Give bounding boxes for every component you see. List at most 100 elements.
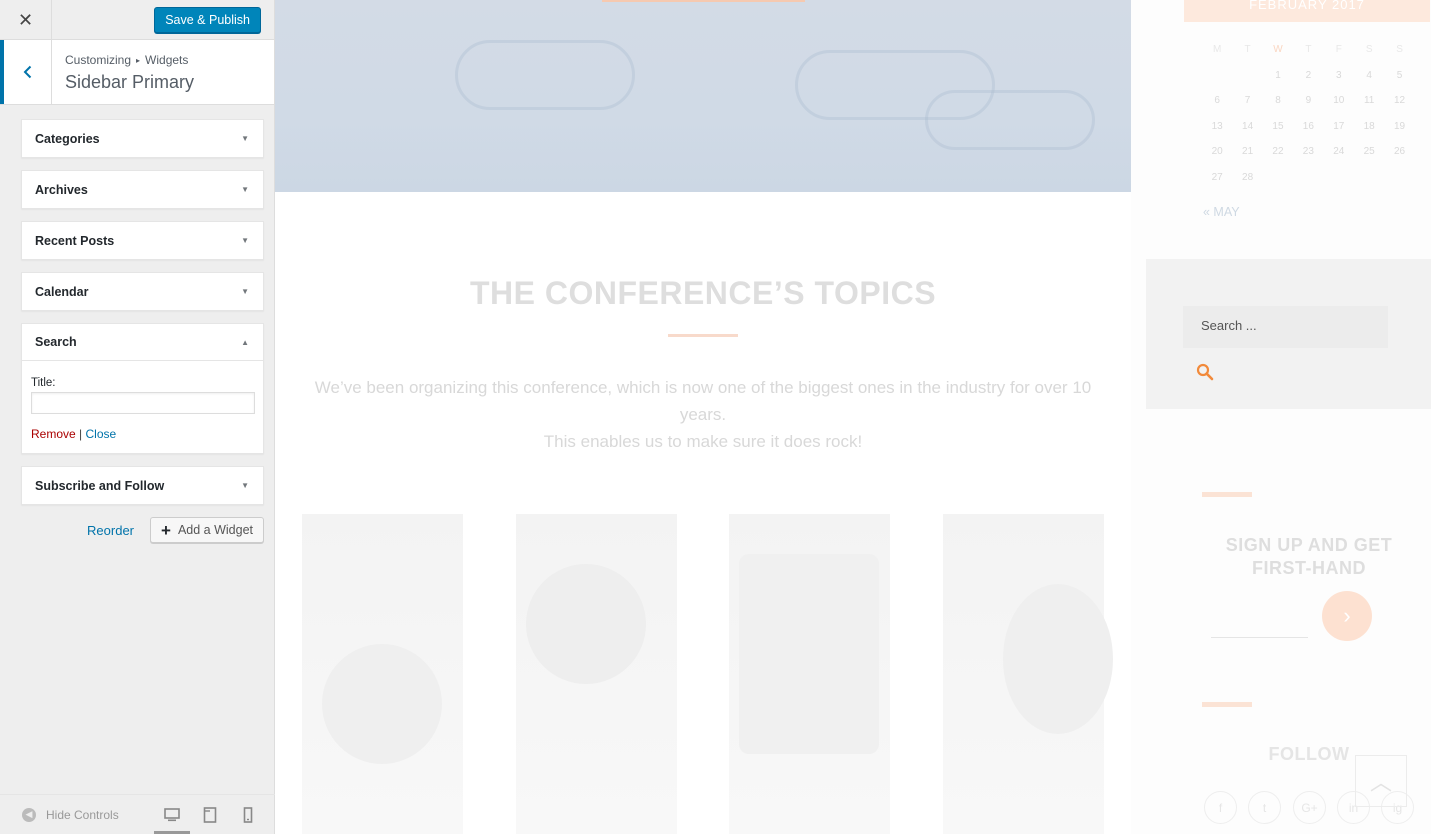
calendar-caption: FEBRUARY 2017 <box>1184 0 1430 22</box>
widget-title: Archives <box>35 182 88 197</box>
calendar-day: 16 <box>1302 120 1314 132</box>
calendar-day: 3 <box>1335 69 1342 81</box>
expand-arrow-icon[interactable]: ▼ <box>241 236 249 245</box>
remove-widget-link[interactable]: Remove <box>31 427 76 441</box>
expand-arrow-icon[interactable]: ▼ <box>241 134 249 143</box>
calendar-week-row: 27 28 <box>1202 165 1415 191</box>
calendar-prev-link[interactable]: « MAY <box>1203 205 1240 219</box>
widget-recent-posts[interactable]: Recent Posts ▼ <box>21 221 264 260</box>
calendar-day: 22 <box>1272 146 1284 158</box>
widget-search[interactable]: Search ▲ Title: Remove | Close <box>21 323 264 454</box>
calendar-day: 1 <box>1275 69 1281 81</box>
widget-header[interactable]: Search ▲ <box>22 324 263 361</box>
widget-calendar[interactable]: Calendar ▼ <box>21 272 264 311</box>
twitter-icon[interactable]: t <box>1248 791 1281 824</box>
title-field[interactable] <box>31 392 255 414</box>
collapse-arrow-icon[interactable]: ▲ <box>241 338 249 347</box>
hide-controls-button[interactable]: Hide Controls <box>46 808 119 822</box>
photo-figure-shape <box>322 644 442 764</box>
expand-arrow-icon[interactable]: ▼ <box>241 287 249 296</box>
widget-subscribe-follow[interactable]: Subscribe and Follow ▼ <box>21 466 264 505</box>
action-divider: | <box>79 427 83 441</box>
widget-archives[interactable]: Archives ▼ <box>21 170 264 209</box>
calendar-day <box>1263 165 1293 191</box>
signup-email-field[interactable] <box>1211 637 1308 638</box>
add-widget-button[interactable]: + Add a Widget <box>150 517 264 543</box>
calendar-days: 1 2 3 4 5 6 7 8 9 10 11 12 13 14 15 16 17 18 19 20 21 22 23 24 2… <box>1202 63 1415 191</box>
calendar-week-row: 20 21 22 23 24 25 26 <box>1202 139 1415 165</box>
chevron-up-icon: ︿ <box>1369 770 1392 795</box>
expand-arrow-icon[interactable]: ▼ <box>241 481 249 490</box>
weekday-label: T <box>1305 44 1312 56</box>
calendar-day <box>1232 63 1262 89</box>
customizer-footer: ◀ Hide Controls <box>0 794 275 834</box>
photo-figure-shape <box>526 564 646 684</box>
calendar-weekday-row: M T W T F S S <box>1202 37 1415 63</box>
mobile-preview-button[interactable] <box>229 795 267 834</box>
chevron-right-icon: › <box>1343 603 1351 628</box>
save-publish-button[interactable]: Save & Publish <box>154 7 261 33</box>
description-line: We’ve been organizing this conference, w… <box>314 378 1092 424</box>
calendar-day: 27 <box>1211 171 1223 183</box>
expand-arrow-icon[interactable]: ▼ <box>241 185 249 194</box>
widget-header[interactable]: Categories ▼ <box>22 120 263 157</box>
photo-figure-shape <box>739 554 879 754</box>
device-preview-switcher <box>153 795 267 834</box>
breadcrumb-separator: ▸ <box>136 56 141 65</box>
calendar-day: 10 <box>1333 95 1345 107</box>
widget-header[interactable]: Recent Posts ▼ <box>22 222 263 259</box>
site-search-input[interactable]: Search ... <box>1183 306 1388 348</box>
weekday-label: S <box>1396 44 1403 56</box>
customizer-header-actions: ✕ Save & Publish <box>0 0 274 40</box>
calendar-day: 12 <box>1393 95 1406 107</box>
description-line: This enables us to make sure it does roc… <box>543 432 863 451</box>
desktop-preview-button[interactable] <box>153 795 191 834</box>
topic-photo-2[interactable] <box>516 514 677 834</box>
tablet-preview-button[interactable] <box>191 795 229 834</box>
calendar-day: 4 <box>1366 69 1372 81</box>
desktop-icon <box>164 808 180 822</box>
hero-accent-bar <box>602 0 805 2</box>
topic-photo-4[interactable] <box>943 514 1113 834</box>
widget-title: Calendar <box>35 284 89 299</box>
follow-divider <box>1202 702 1252 707</box>
back-button[interactable] <box>0 40 52 104</box>
calendar-day <box>1324 165 1354 191</box>
add-widget-label: Add a Widget <box>177 523 253 537</box>
topic-photo-1[interactable] <box>302 514 463 834</box>
calendar-day: 11 <box>1363 95 1375 107</box>
widget-categories[interactable]: Categories ▼ <box>21 119 264 158</box>
calendar-day: 25 <box>1363 146 1375 158</box>
search-icon[interactable] <box>1196 363 1214 386</box>
google-plus-icon[interactable]: G+ <box>1293 791 1326 824</box>
calendar-day: 13 <box>1211 120 1223 132</box>
photo-figure-shape <box>1003 584 1113 734</box>
scroll-to-top-button[interactable]: ︿ <box>1355 755 1407 807</box>
calendar-week-row: 1 2 3 4 5 <box>1202 63 1415 89</box>
weekday-label: W <box>1273 44 1283 56</box>
close-customizer-button[interactable]: ✕ <box>0 0 52 40</box>
customizer-panel: ✕ Save & Publish Customizing ▸ Widgets Sid… <box>0 0 275 834</box>
calendar-day <box>1354 165 1384 191</box>
weekday-label: F <box>1335 44 1342 56</box>
reorder-link[interactable]: Reorder <box>87 523 134 538</box>
facebook-icon[interactable]: f <box>1204 791 1237 824</box>
calendar-day <box>1384 165 1414 191</box>
widget-header[interactable]: Calendar ▼ <box>22 273 263 310</box>
widget-header[interactable]: Subscribe and Follow ▼ <box>22 467 263 504</box>
breadcrumb-customizing: Customizing <box>65 53 132 67</box>
close-widget-link[interactable]: Close <box>86 427 117 441</box>
search-widget: Search ... <box>1146 259 1431 409</box>
calendar-day: 19 <box>1393 120 1406 132</box>
calendar-day: 18 <box>1363 120 1375 132</box>
widget-header[interactable]: Archives ▼ <box>22 171 263 208</box>
calendar-day: 14 <box>1242 120 1254 132</box>
arrow-left-circle-icon[interactable]: ◀ <box>22 807 36 822</box>
topic-photo-3[interactable] <box>729 514 890 834</box>
signup-submit-button[interactable]: › <box>1322 591 1372 641</box>
widget-title: Search <box>35 335 77 349</box>
calendar-week-row: 6 7 8 9 10 11 12 <box>1202 88 1415 114</box>
heading-divider <box>668 334 738 337</box>
mobile-icon <box>243 807 253 823</box>
calendar-day: 8 <box>1275 95 1281 107</box>
